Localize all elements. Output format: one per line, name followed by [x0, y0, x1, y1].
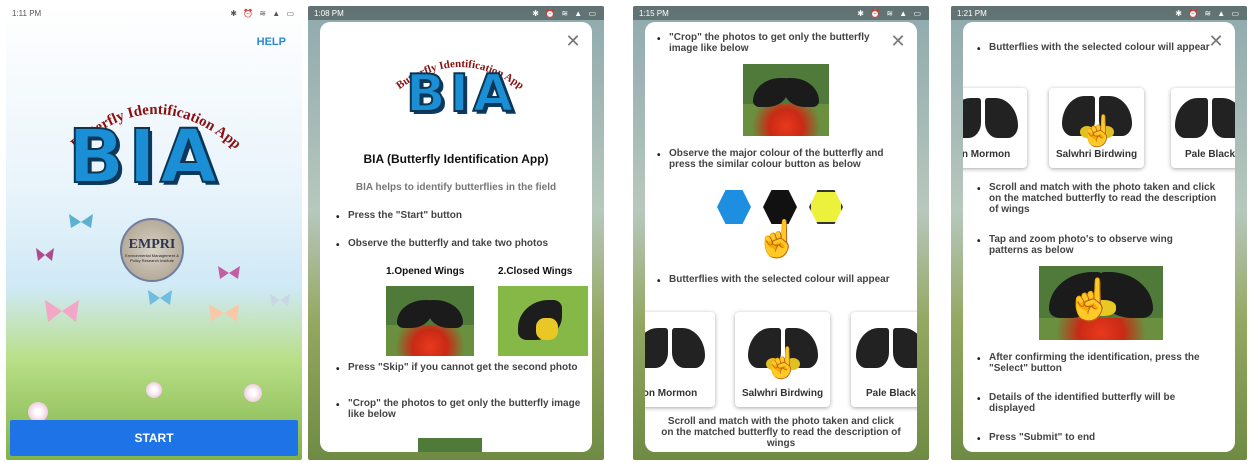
tile-name: Salwhri Birdwing: [1055, 149, 1138, 160]
list-item: Scroll and match with the photo taken an…: [977, 182, 1227, 215]
butterfly-tile[interactable]: on Mormon: [645, 312, 715, 407]
butterfly-icon: [148, 290, 172, 305]
photo-label: 2.Closed Wings: [498, 266, 573, 277]
tile-name: on Mormon: [645, 388, 698, 399]
dialog-title: BIA (Butterfly Identification App): [363, 152, 549, 166]
help-dialog: ✕ Butterfly Identification App BIA BIA (…: [320, 22, 592, 452]
butterfly-icon: [45, 300, 79, 322]
list-item: Details of the identified butterfly will…: [977, 392, 1213, 414]
list-item: After confirming the identification, pre…: [977, 352, 1213, 374]
butterfly-icon: [209, 304, 239, 322]
help-screen-3: 1:21 PM ✱ ⏰ ≋ ▲ ▭ ✕ Butterflies with the…: [951, 6, 1247, 460]
empri-caption: Environmental Management & Policy Resear…: [125, 253, 179, 263]
butterfly-tile[interactable]: Pale Black: [1171, 88, 1235, 168]
status-bar: 1:11 PM ✱ ⏰ ≋ ▲ ▭: [6, 6, 302, 20]
butterfly-icon: [69, 214, 93, 228]
status-icons: ✱ ⏰ ≋ ▲ ▭: [532, 8, 598, 18]
flower-decoration: [244, 384, 262, 402]
tile-name: Pale Black: [865, 388, 917, 399]
opened-wings-photo: [386, 286, 474, 356]
status-time: 1:11 PM: [12, 8, 42, 18]
intro-text: BIA helps to identify butterflies in the…: [355, 182, 557, 193]
butterfly-icon: [218, 266, 240, 279]
help-button[interactable]: HELP: [257, 36, 286, 48]
closed-wings-photo: [498, 286, 588, 356]
tile-name: Pale Black: [1184, 149, 1235, 160]
colour-button-blue[interactable]: [717, 190, 751, 224]
flower-decoration: [28, 402, 48, 422]
status-time: 1:08 PM: [314, 8, 344, 18]
close-icon[interactable]: ✕: [889, 32, 907, 50]
help-dialog: ✕ "Crop" the photos to get only the butt…: [645, 22, 917, 452]
list-item: "Crop" the photos to get only the butter…: [657, 32, 895, 54]
list-item: Butterflies with the selected colour wil…: [977, 42, 1213, 55]
instruction-text: Scroll and match with the photo taken an…: [661, 416, 901, 449]
list-item: Tap and zoom photo's to observe wing pat…: [977, 234, 1213, 256]
butterfly-tile[interactable]: Pale Black: [851, 312, 917, 407]
list-item: Press "Submit" to end: [977, 432, 1213, 445]
close-icon[interactable]: ✕: [1207, 32, 1225, 50]
list-item: Observe the butterfly and take two photo…: [336, 238, 586, 251]
cropped-photo: [743, 64, 829, 136]
tap-hand-icon: ☝: [763, 347, 801, 380]
photo-label: 1.Opened Wings: [386, 266, 465, 277]
status-time: 1:15 PM: [639, 8, 669, 18]
cropped-photo: [418, 438, 482, 452]
help-screen-1: 1:08 PM ✱ ⏰ ≋ ▲ ▭ ✕ Butterfly Identifica…: [308, 6, 604, 460]
status-bar: 1:08 PM ✱ ⏰ ≋ ▲ ▭: [308, 6, 604, 20]
status-icons: ✱ ⏰ ≋ ▲ ▭: [230, 8, 296, 18]
list-item: Observe the major colour of the butterfl…: [657, 148, 907, 170]
list-item: "Crop" the photos to get only the butter…: [336, 398, 586, 420]
butterfly-icon: [270, 294, 290, 306]
tile-name: on Mormon: [963, 149, 1011, 160]
list-item: Press "Skip" if you cannot get the secon…: [336, 362, 586, 375]
tile-name: Salwhri Birdwing: [741, 388, 824, 399]
colour-button-yellow[interactable]: [809, 190, 843, 224]
home-screen: 1:11 PM ✱ ⏰ ≋ ▲ ▭ HELP Butterfly Identif…: [6, 6, 302, 460]
bia-logo: BIA: [405, 63, 518, 125]
status-icons: ✱ ⏰ ≋ ▲ ▭: [1175, 8, 1241, 18]
status-icons: ✱ ⏰ ≋ ▲ ▭: [857, 8, 923, 18]
butterfly-icon: [36, 248, 54, 261]
empri-logo: EMPRI Environmental Management & Policy …: [120, 218, 184, 282]
list-item: Butterflies with the selected colour wil…: [657, 274, 907, 287]
help-screen-2: 1:15 PM ✱ ⏰ ≋ ▲ ▭ ✕ "Crop" the photos to…: [633, 6, 929, 460]
tap-hand-icon: ☝: [1079, 115, 1117, 148]
start-button[interactable]: START: [10, 420, 298, 456]
butterfly-tile[interactable]: on Mormon: [963, 88, 1027, 168]
close-icon[interactable]: ✕: [564, 32, 582, 50]
flower-decoration: [146, 382, 162, 398]
bia-logo: BIA: [67, 113, 222, 201]
empri-logo-text: EMPRI: [128, 237, 176, 252]
status-bar: 1:15 PM ✱ ⏰ ≋ ▲ ▭: [633, 6, 929, 20]
status-time: 1:21 PM: [957, 8, 987, 18]
zoom-hand-icon: ☝: [1065, 278, 1115, 322]
tap-hand-icon: ☝: [755, 218, 800, 259]
list-item: Press the "Start" button: [336, 210, 576, 223]
help-dialog: ✕ Butterflies with the selected colour w…: [963, 22, 1235, 452]
status-bar: 1:21 PM ✱ ⏰ ≋ ▲ ▭: [951, 6, 1247, 20]
